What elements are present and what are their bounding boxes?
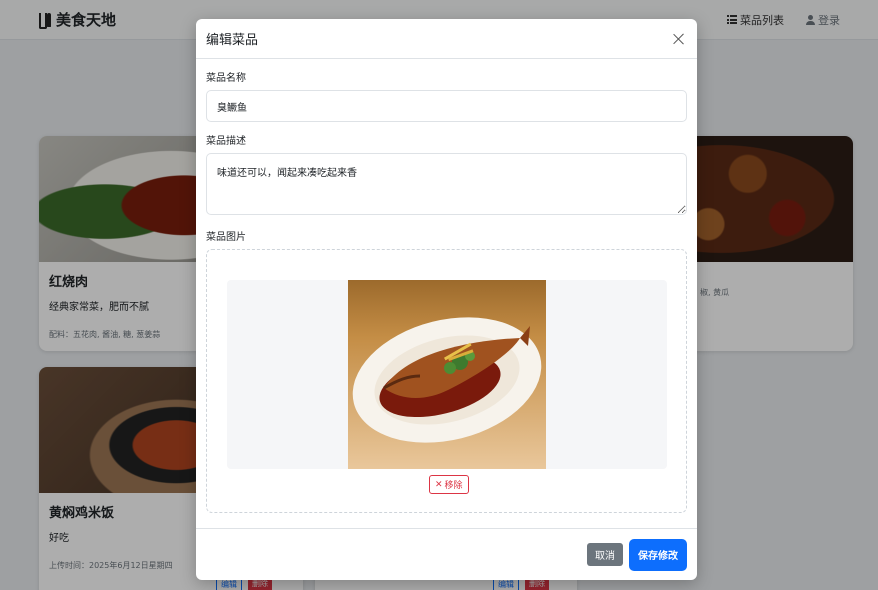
modal-title: 编辑菜品 — [206, 33, 259, 48]
remove-image-button[interactable]: ✕ 移除 — [429, 475, 469, 494]
edit-dish-modal: 编辑菜品 菜品名称 菜品描述 味道还可以，闻起来凑吃起来香 菜品图片 — [196, 19, 697, 580]
save-button[interactable]: 保存修改 — [629, 538, 687, 571]
x-icon: ✕ — [435, 479, 443, 490]
dish-desc-textarea[interactable]: 味道还可以，闻起来凑吃起来香 — [206, 153, 687, 215]
remove-image-label: 移除 — [444, 481, 463, 491]
modal-header: 编辑菜品 — [196, 19, 697, 59]
cancel-button[interactable]: 取消 — [587, 543, 623, 566]
close-icon[interactable] — [671, 31, 687, 47]
dish-image-preview — [348, 280, 546, 469]
dish-name-label: 菜品名称 — [206, 73, 246, 84]
dish-name-input[interactable] — [206, 90, 687, 122]
modal-footer: 取消 保存修改 — [196, 528, 697, 580]
modal-body: 菜品名称 菜品描述 味道还可以，闻起来凑吃起来香 菜品图片 — [196, 59, 697, 513]
dish-desc-label: 菜品描述 — [206, 136, 246, 147]
dish-image-label: 菜品图片 — [206, 232, 246, 243]
image-upload-zone[interactable]: ✕ 移除 — [206, 249, 687, 513]
